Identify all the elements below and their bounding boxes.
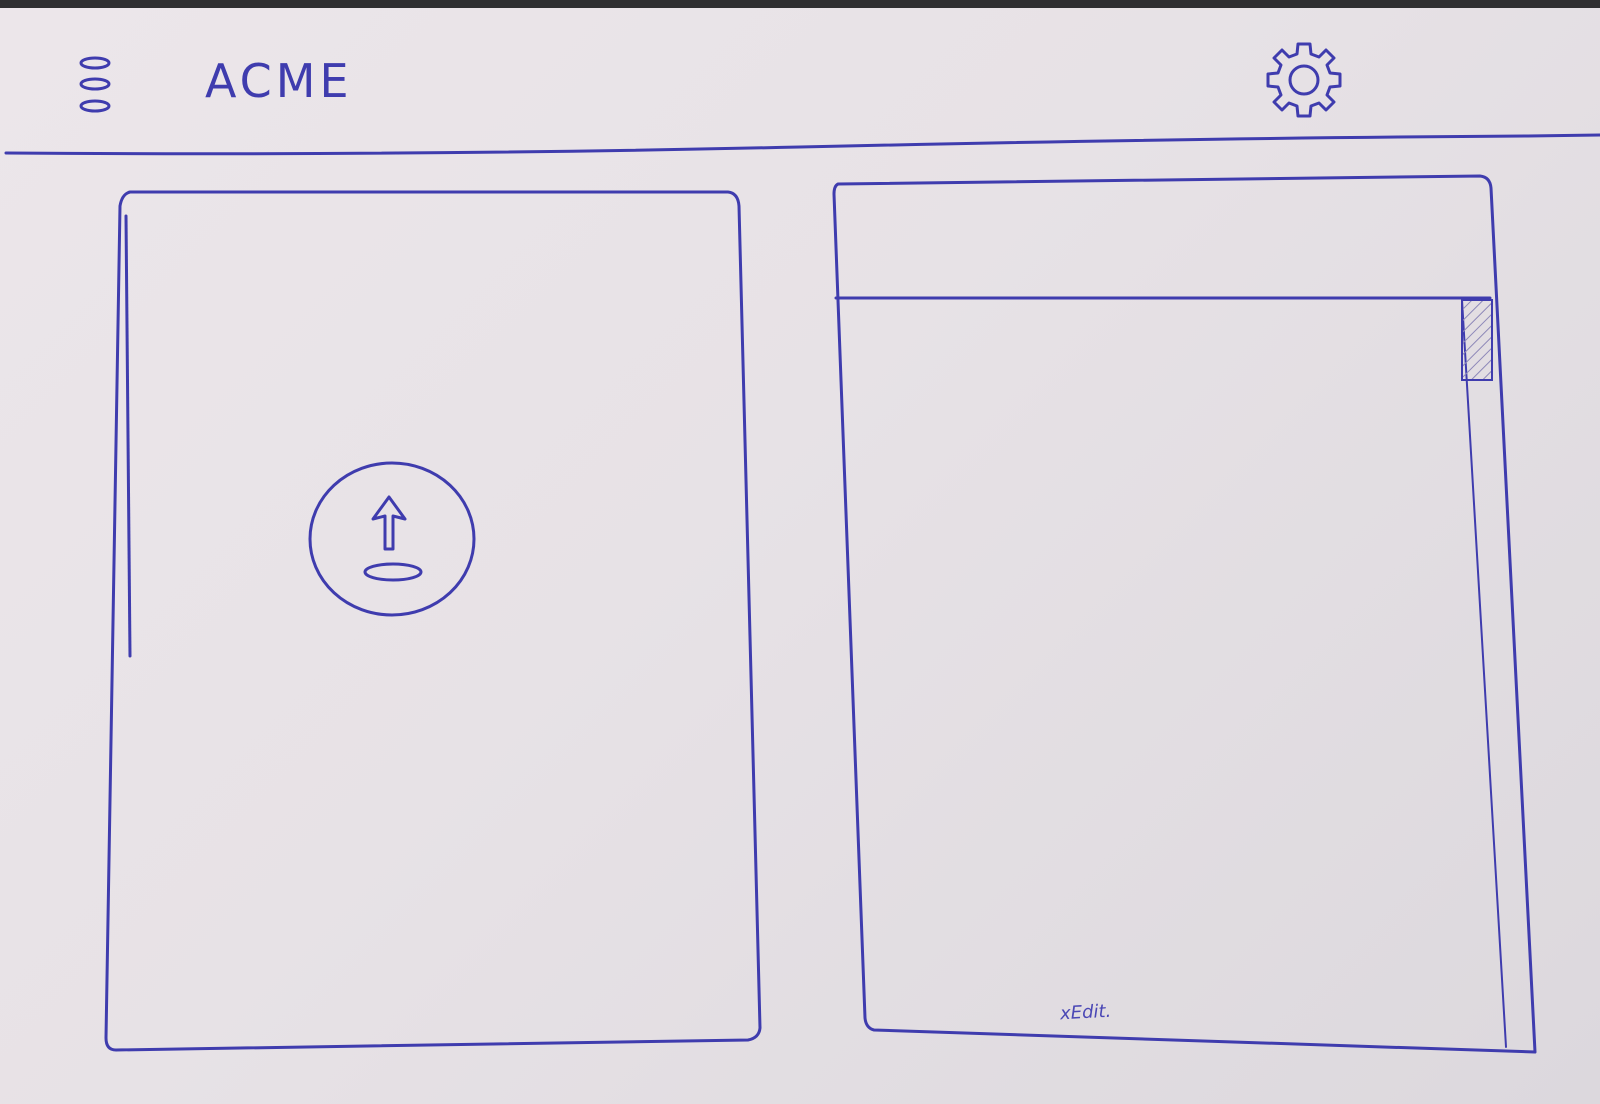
editor-scrollbar-thumb[interactable] <box>1462 300 1492 382</box>
upload-button[interactable] <box>305 461 477 623</box>
editor-toolbar <box>844 186 1504 296</box>
editor-panel: xEdit. <box>830 172 1570 1092</box>
editor-scrollbar[interactable] <box>1462 300 1512 1070</box>
upload-icon <box>308 461 476 617</box>
menu-button[interactable] <box>60 46 130 126</box>
app-title: ACME <box>205 54 353 108</box>
editor-placeholder: xEdit. <box>1059 1000 1112 1025</box>
editor-textarea[interactable] <box>860 307 1460 1017</box>
gear-icon <box>1266 42 1342 118</box>
upload-panel-frame <box>104 190 762 1052</box>
upload-dropzone[interactable] <box>100 186 780 1076</box>
settings-button[interactable] <box>1260 36 1348 124</box>
hamburger-menu-icon <box>79 56 111 113</box>
header-divider <box>4 133 1600 156</box>
